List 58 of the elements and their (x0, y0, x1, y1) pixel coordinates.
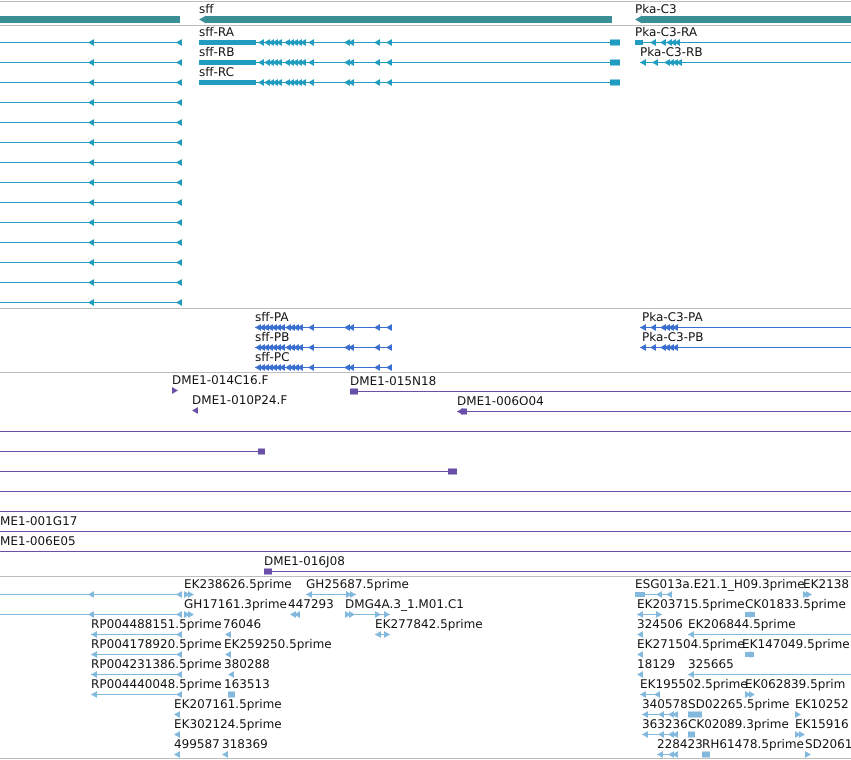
feature-label: sff-RB (199, 45, 234, 59)
feature-label: Pka-C3-RB (640, 45, 703, 59)
feature-label: 163513 (224, 677, 270, 691)
feature-label: EK203715.5prime (637, 597, 745, 611)
feature-label: 499587 (174, 737, 220, 751)
feature-label: 325665 (688, 657, 734, 671)
feature-label: DME1-006O04 (457, 394, 544, 408)
feature-label: RP004231386.5prime (91, 657, 222, 671)
feature-label: RP004178920.5prime (91, 637, 222, 651)
feature-label: CK02089.3prime (688, 717, 789, 731)
feature-label: RP004488151.5prime (91, 617, 222, 631)
feature-label: EK195502.5prime (640, 677, 748, 691)
feature-label: sff-PB (255, 330, 290, 344)
feature-label: sff-RC (199, 65, 234, 79)
feature-label: RH61478.5prime (702, 737, 804, 751)
feature-label: 228423 (657, 737, 703, 751)
feature-label: 76046 (223, 617, 262, 631)
feature-label: ESG013a.E21.1_H09.3prime (635, 577, 805, 591)
feature-label: EK271504.5prime (637, 637, 745, 651)
feature-label: Pka-C3-PA (642, 310, 703, 324)
feature-label: SD02265.5prime (688, 697, 790, 711)
feature-label: 340578 (642, 697, 688, 711)
feature-label: EK062839.5prim (745, 677, 846, 691)
feature-label: SD2061 (805, 737, 851, 751)
feature-label: DME1-014C16.F (172, 373, 268, 387)
feature-label: EK206844.5prime (688, 617, 796, 631)
feature-label: EK15916 (795, 717, 849, 731)
feature-label: EK2138 (803, 577, 849, 591)
feature-label: DME1-016J08 (264, 554, 345, 568)
feature-label: DMG4A.3_1.M01.C1 (345, 597, 464, 611)
feature-label: GH17161.3prime (184, 597, 287, 611)
feature-label: sff (199, 2, 214, 16)
feature-label: 18129 (637, 657, 676, 671)
feature-label: CK01833.5prime (745, 597, 846, 611)
feature-label: Pka-C3-PB (642, 330, 704, 344)
feature-label: ME1-001G17 (0, 514, 78, 528)
feature-label: EK277842.5prime (375, 617, 483, 631)
feature-label: sff-PC (255, 350, 290, 364)
feature-label: 380288 (224, 657, 270, 671)
feature-label: DME1-015N18 (350, 374, 436, 388)
feature-label: sff-PA (255, 310, 289, 324)
feature-label: sff-RA (199, 25, 234, 39)
feature-label: RP004440048.5prime (91, 677, 222, 691)
feature-label: 447293 (288, 597, 334, 611)
feature-label: EK238626.5prime (184, 577, 292, 591)
feature-label: Pka-C3 (635, 2, 677, 16)
feature-label: Pka-C3-RA (635, 25, 698, 39)
feature-label: 363236 (642, 717, 688, 731)
feature-label: EK302124.5prime (174, 717, 282, 731)
feature-label: 318369 (222, 737, 268, 751)
feature-label: ME1-006E05 (0, 534, 76, 548)
feature-label: GH25687.5prime (306, 577, 409, 591)
feature-label: EK207161.5prime (174, 697, 282, 711)
feature-label: EK10252 (795, 697, 849, 711)
feature-label: 324506 (637, 617, 683, 631)
feature-label: EK147049.5prime (742, 637, 850, 651)
feature-label: DME1-010P24.F (192, 393, 288, 407)
feature-label: EK259250.5prime (224, 637, 332, 651)
